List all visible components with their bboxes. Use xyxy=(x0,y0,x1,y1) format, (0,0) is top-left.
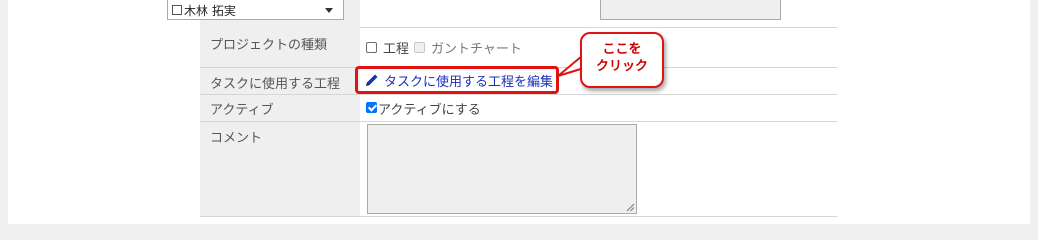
project-type-gantt-checkbox xyxy=(414,42,425,53)
active-row: アクティブ xyxy=(200,95,837,122)
project-type-gantt-label: ガントチャート xyxy=(431,42,522,57)
active-label-cell: アクティブ xyxy=(200,95,360,121)
resize-grip-icon[interactable] xyxy=(626,203,635,212)
comment-label-cell: コメント xyxy=(200,122,360,216)
member-checkbox-icon xyxy=(172,5,182,15)
active-checkbox[interactable] xyxy=(366,102,377,113)
edit-task-process-link[interactable]: タスクに使用する工程を編集 xyxy=(384,71,553,90)
task-process-label-cell: タスクに使用する工程 xyxy=(200,68,360,94)
chevron-down-icon xyxy=(325,8,333,13)
callout-line1: ここを xyxy=(602,42,642,57)
task-process-label: タスクに使用する工程 xyxy=(210,77,341,92)
project-type-process-label: 工程 xyxy=(383,42,410,57)
pencil-icon xyxy=(366,74,378,86)
project-type-label: プロジェクトの種類 xyxy=(210,38,328,53)
comment-label: コメント xyxy=(210,131,263,146)
assignee-select-value: 木林 拓実 xyxy=(184,4,236,18)
assignee-select[interactable]: 木林 拓実 xyxy=(167,0,344,20)
active-label: アクティブ xyxy=(210,103,274,118)
click-here-callout: ここを クリック xyxy=(580,32,664,88)
active-checkbox-label: アクティブにする xyxy=(378,103,481,118)
readonly-field xyxy=(600,0,781,20)
callout-line2: クリック xyxy=(595,59,648,74)
project-type-process-checkbox[interactable] xyxy=(366,42,377,53)
comment-textarea[interactable] xyxy=(367,124,637,214)
project-type-label-cell: プロジェクトの種類 xyxy=(200,27,360,67)
